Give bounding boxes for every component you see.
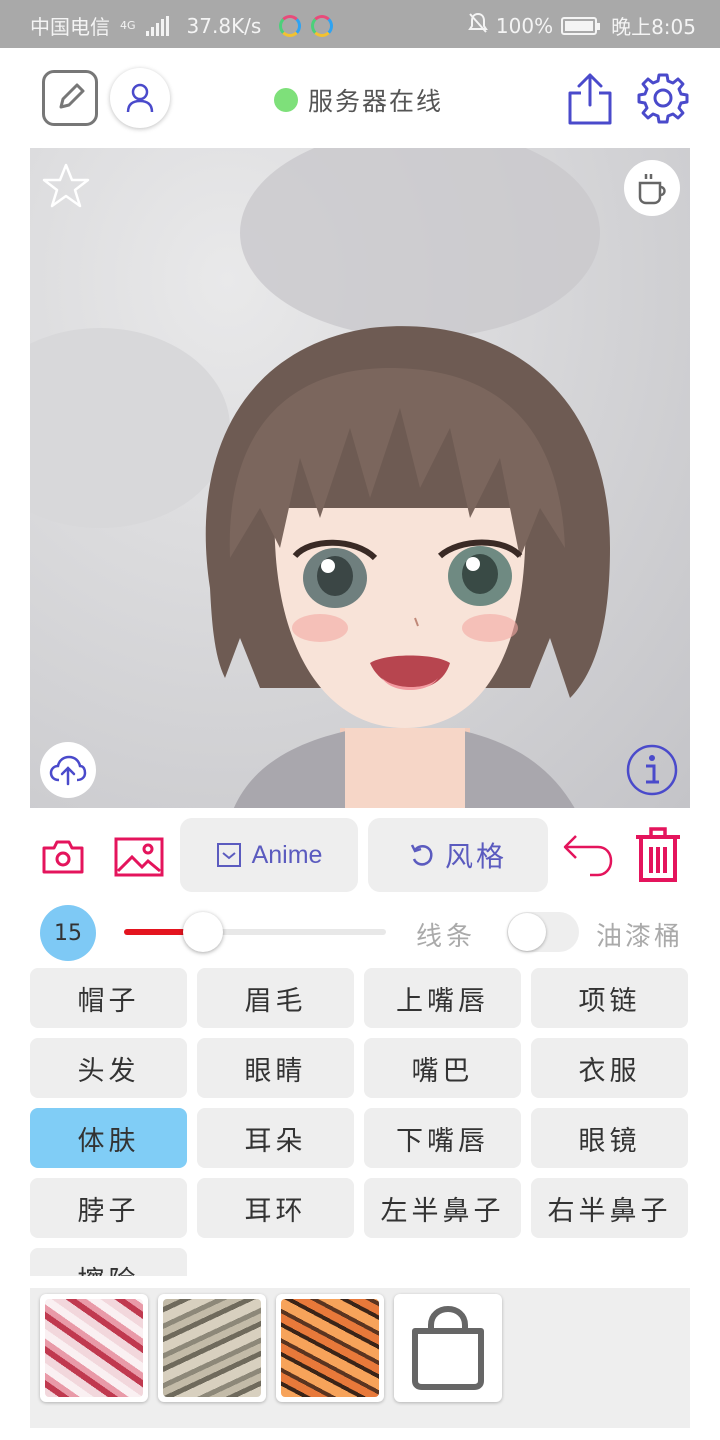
clock: 晚上8:05 <box>611 15 696 39</box>
slider-thumb[interactable] <box>182 912 223 952</box>
signal-icon <box>145 15 169 36</box>
part-chip-hair[interactable]: 头发 <box>30 1038 187 1098</box>
toggle-knob <box>508 913 546 951</box>
part-chip-glasses[interactable]: 眼镜 <box>531 1108 688 1168</box>
edit-sketch-button[interactable] <box>42 70 98 126</box>
texture-swatch[interactable] <box>276 1294 384 1402</box>
share-icon <box>568 73 612 125</box>
part-chip-neck[interactable]: 脖子 <box>30 1178 187 1238</box>
part-chip-upper-lip[interactable]: 上嘴唇 <box>364 968 521 1028</box>
upload-button[interactable] <box>40 742 96 798</box>
brush-controls: 15 线条 油漆桶 <box>0 900 720 964</box>
app-notification-icon <box>279 14 302 37</box>
camera-icon <box>42 840 84 874</box>
part-selector-grid: 帽子 眉毛 上嘴唇 项链 头发 眼睛 嘴巴 衣服 体肤 耳朵 下嘴唇 眼镜 脖子… <box>30 968 690 1276</box>
undo-icon <box>563 835 613 877</box>
settings-button[interactable] <box>635 70 691 126</box>
part-chip-necklace[interactable]: 项链 <box>531 968 688 1028</box>
part-chip-eyes[interactable]: 眼睛 <box>197 1038 354 1098</box>
texture-tray <box>30 1288 690 1428</box>
network-type: 4G <box>120 19 136 32</box>
paint-bucket-toggle[interactable] <box>507 912 579 952</box>
shopping-bag-icon <box>412 1305 484 1390</box>
anime-mode-button[interactable]: Anime <box>180 818 358 892</box>
checkbox-icon <box>216 843 241 867</box>
part-chip-erase[interactable]: 擦除 <box>30 1248 187 1276</box>
part-chip-lower-lip[interactable]: 下嘴唇 <box>364 1108 521 1168</box>
mute-icon <box>468 12 488 39</box>
action-row: Anime 风格 <box>0 816 720 896</box>
brush-size-badge: 15 <box>40 905 96 961</box>
battery-icon <box>561 16 601 35</box>
top-toolbar: 服务器在线 <box>0 48 720 148</box>
trash-icon <box>636 827 680 882</box>
cloud-upload-icon <box>49 755 87 786</box>
anime-mode-label: Anime <box>251 840 323 869</box>
part-chip-ears[interactable]: 耳朵 <box>197 1108 354 1168</box>
image-icon <box>114 837 164 877</box>
pencil-icon <box>59 83 85 109</box>
info-icon <box>626 744 678 796</box>
donate-button[interactable] <box>624 160 680 216</box>
part-chip-right-nose[interactable]: 右半鼻子 <box>531 1178 688 1238</box>
info-button[interactable] <box>624 742 680 798</box>
star-icon <box>42 163 90 208</box>
server-status-text: 服务器在线 <box>308 87 444 116</box>
camera-button[interactable] <box>38 832 88 882</box>
paint-bucket-label: 油漆桶 <box>596 922 684 952</box>
favorite-button[interactable] <box>40 160 92 212</box>
user-icon <box>126 83 154 113</box>
red-texture-image <box>45 1299 143 1397</box>
part-chip-earring[interactable]: 耳环 <box>197 1178 354 1238</box>
share-button[interactable] <box>565 70 615 128</box>
refresh-icon <box>410 844 433 866</box>
online-indicator-icon <box>274 88 298 112</box>
part-chip-hat[interactable]: 帽子 <box>30 968 187 1028</box>
texture-swatch[interactable] <box>158 1294 266 1402</box>
part-chip-clothes[interactable]: 衣服 <box>531 1038 688 1098</box>
texture-shop-button[interactable] <box>394 1294 502 1402</box>
server-status: 服务器在线 <box>274 82 443 118</box>
user-account-button[interactable] <box>110 68 170 128</box>
brush-size-slider[interactable] <box>124 912 386 952</box>
delete-button[interactable] <box>632 824 684 886</box>
coffee-icon <box>638 174 666 205</box>
gallery-button[interactable] <box>112 832 166 882</box>
undo-button[interactable] <box>560 830 616 882</box>
part-chip-eyebrow[interactable]: 眉毛 <box>197 968 354 1028</box>
camo-texture-image <box>163 1299 261 1397</box>
network-speed: 37.8K/s <box>186 13 262 38</box>
battery-percent: 100% <box>495 13 554 38</box>
line-mode-label: 线条 <box>416 922 477 952</box>
gear-icon <box>637 73 689 124</box>
part-chip-left-nose[interactable]: 左半鼻子 <box>364 1178 521 1238</box>
app-notification-icon <box>311 14 334 37</box>
carrier-name: 中国电信 <box>30 15 110 39</box>
anime-portrait-image <box>205 326 610 808</box>
generated-image-canvas[interactable] <box>30 148 690 808</box>
style-label: 风格 <box>444 841 507 872</box>
tiger-texture-image <box>281 1299 379 1397</box>
part-chip-skin[interactable]: 体肤 <box>30 1108 187 1168</box>
status-bar: 中国电信 4G 37.8K/s 100% 晚上8:05 <box>0 0 720 48</box>
style-refresh-button[interactable]: 风格 <box>368 818 548 892</box>
part-chip-mouth[interactable]: 嘴巴 <box>364 1038 521 1098</box>
texture-swatch[interactable] <box>40 1294 148 1402</box>
